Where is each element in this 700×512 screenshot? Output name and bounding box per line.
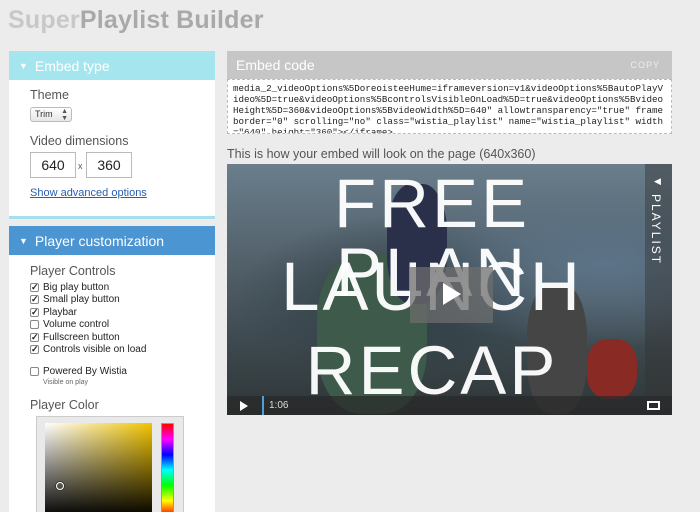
controls-list: ✓ Big play button ✓ Small play button ✓ Pla… [30,281,146,356]
color-picker[interactable] [36,416,184,512]
triangle-left-icon: ◀ [654,176,661,186]
advanced-options-link[interactable]: Show advanced options [30,187,147,199]
embed-type-panel: ▼ Embed type Theme Trim ▲ ▼ Video dimensi… [9,51,215,219]
playlist-tab[interactable]: ◀ PLAYLIST [645,164,672,396]
time-display: 1:06 [269,400,289,411]
powered-sub-label: Visible on play [43,378,89,386]
color-cursor[interactable] [56,482,64,490]
checkbox[interactable] [30,320,39,330]
control-big-play[interactable]: ✓ Big play button [30,281,146,294]
player-customization-panel: ▼ Player customization Player Controls ✓… [9,226,215,512]
triangle-down-icon: ▼ [19,60,28,71]
player-color-label: Player Color [30,398,99,412]
checkbox[interactable]: ✓ [30,282,39,292]
player-customization-header[interactable]: ▼ Player customization [9,226,215,255]
checkbox[interactable]: ✓ [30,345,39,355]
control-playbar[interactable]: ✓ Playbar [30,306,146,319]
theme-label: Theme [30,88,69,102]
play-icon [443,283,461,305]
big-play-button[interactable] [410,267,493,323]
checkbox[interactable] [30,366,39,376]
player-controls-label: Player Controls [30,264,116,278]
height-input[interactable]: 360 [86,152,132,178]
checkbox[interactable]: ✓ [30,307,39,317]
embed-code-header: Embed code COPY [227,51,672,79]
select-arrows-icon: ▲ ▼ [61,108,68,122]
dimensions-label: Video dimensions [30,134,129,148]
triangle-down-icon: ▼ [19,235,28,246]
checkbox[interactable]: ✓ [30,332,39,342]
embed-type-header[interactable]: ▼ Embed type [9,51,215,80]
powered-by-option[interactable]: Powered By Wistia Visible on play [30,365,127,386]
copy-button[interactable]: COPY [630,60,660,70]
fullscreen-icon[interactable] [647,401,660,410]
control-volume[interactable]: Volume control [30,319,146,332]
theme-select[interactable]: Trim ▲ ▼ [30,107,72,122]
preview-caption: This is how your embed will look on the … [227,147,536,161]
control-bar: 1:06 [227,396,672,415]
width-input[interactable]: 640 [30,152,76,178]
hue-slider[interactable] [161,423,174,512]
embed-code-textarea[interactable]: media_2_videoOptions%5DoreoisteeHume=ifr… [227,79,672,134]
control-fullscreen[interactable]: ✓ Fullscreen button [30,331,146,344]
small-play-icon[interactable] [240,401,248,411]
control-visible-on-load[interactable]: ✓ Controls visible on load [30,344,146,357]
overlay-line-3: RECAP [305,332,559,409]
saturation-value-area[interactable] [45,423,152,512]
checkbox[interactable]: ✓ [30,295,39,305]
playbar-progress[interactable] [262,396,264,415]
dimension-separator: x [78,161,83,171]
app-title: SuperPlaylist Builder [8,6,264,34]
video-preview[interactable]: FREE PLAN LAUNCH RECAP ◀ PLAYLIST 1:06 [227,164,672,415]
control-small-play[interactable]: ✓ Small play button [30,294,146,307]
